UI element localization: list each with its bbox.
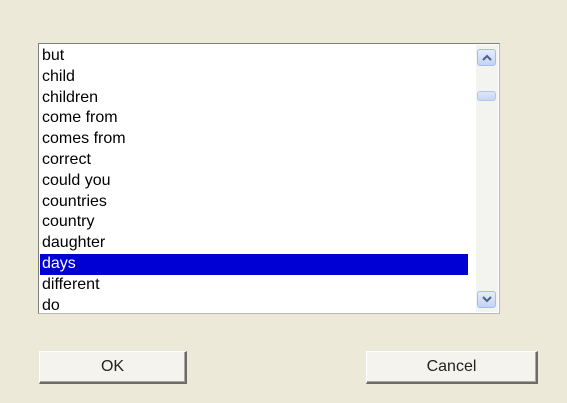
list-item[interactable]: come from (40, 108, 468, 129)
list-item[interactable]: correct (40, 150, 468, 171)
list-item[interactable]: but (40, 46, 468, 67)
chevron-down-icon (482, 296, 492, 303)
chevron-up-icon (482, 54, 492, 61)
vertical-scrollbar[interactable] (476, 45, 498, 312)
ok-button[interactable]: OK (39, 351, 187, 384)
word-listbox[interactable]: but child children come from comes from … (38, 43, 500, 314)
list-item[interactable]: children (40, 88, 468, 109)
list-item[interactable]: different (40, 275, 468, 296)
list-item[interactable]: country (40, 212, 468, 233)
scroll-down-button[interactable] (477, 291, 496, 308)
list-item-selected[interactable]: days (40, 253, 468, 275)
list-item[interactable]: child (40, 67, 468, 88)
scrollbar-thumb[interactable] (477, 91, 496, 101)
cancel-button[interactable]: Cancel (366, 351, 538, 384)
list-item[interactable]: could you (40, 171, 468, 192)
list-item[interactable]: daughter (40, 233, 468, 254)
scroll-up-button[interactable] (477, 49, 496, 66)
word-list: but child children come from comes from … (40, 46, 468, 313)
list-item[interactable]: do (40, 296, 468, 313)
list-item[interactable]: comes from (40, 129, 468, 150)
list-item[interactable]: countries (40, 192, 468, 213)
